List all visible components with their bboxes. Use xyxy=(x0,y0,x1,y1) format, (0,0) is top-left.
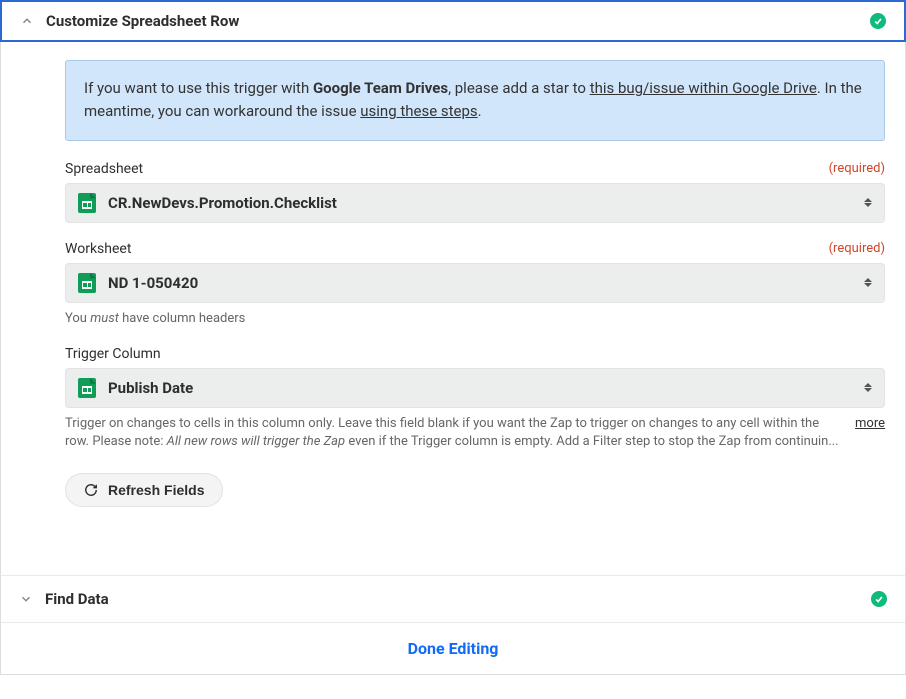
spreadsheet-field: Spreadsheet (required) CR.NewDevs.Promot… xyxy=(65,161,885,223)
helper-em: must xyxy=(90,311,119,326)
select-value: ND 1-050420 xyxy=(108,274,864,292)
select-value: Publish Date xyxy=(108,379,864,397)
helper-text: have column headers xyxy=(119,311,246,326)
editor-container: Customize Spreadsheet Row If you want to… xyxy=(0,0,906,675)
success-check-icon xyxy=(870,13,886,29)
chevron-down-icon xyxy=(19,592,33,606)
find-data-header[interactable]: Find Data xyxy=(0,575,906,622)
helper-em: All new rows will trigger the Zap xyxy=(167,434,345,449)
chevron-up-icon xyxy=(20,14,34,28)
google-sheets-icon xyxy=(78,378,96,398)
more-link[interactable]: more xyxy=(855,415,885,433)
info-text: , please add a star to xyxy=(448,79,590,97)
panel-title: Find Data xyxy=(45,590,871,608)
trigger-helper: Trigger on changes to cells in this colu… xyxy=(65,415,885,451)
info-text: If you want to use this trigger with xyxy=(84,79,313,97)
team-drives-info: If you want to use this trigger with Goo… xyxy=(65,60,885,141)
worksheet-select[interactable]: ND 1-050420 xyxy=(65,263,885,303)
panel-title: Customize Spreadsheet Row xyxy=(46,12,870,30)
done-bar: Done Editing xyxy=(0,622,906,675)
info-text: . xyxy=(478,102,482,120)
success-check-icon xyxy=(871,591,887,607)
done-editing-button[interactable]: Done Editing xyxy=(408,639,499,658)
spacer xyxy=(0,525,906,575)
spreadsheet-select[interactable]: CR.NewDevs.Promotion.Checklist xyxy=(65,183,885,223)
trigger-column-select[interactable]: Publish Date xyxy=(65,368,885,408)
info-bold: Google Team Drives xyxy=(313,79,448,97)
required-label: (required) xyxy=(829,161,885,177)
customize-row-body: If you want to use this trigger with Goo… xyxy=(0,42,906,525)
refresh-fields-button[interactable]: Refresh Fields xyxy=(65,473,223,507)
sort-arrows-icon xyxy=(864,383,872,392)
field-label: Trigger Column xyxy=(65,346,161,362)
bug-issue-link[interactable]: this bug/issue within Google Drive xyxy=(590,79,817,97)
refresh-label: Refresh Fields xyxy=(108,482,204,498)
workaround-link[interactable]: using these steps xyxy=(360,102,477,120)
refresh-icon xyxy=(84,483,98,497)
field-label: Spreadsheet xyxy=(65,161,143,177)
google-sheets-icon xyxy=(78,193,96,213)
helper-text: even if the Trigger column is empty. Add… xyxy=(345,434,839,449)
helper-text: You xyxy=(65,311,90,326)
select-value: CR.NewDevs.Promotion.Checklist xyxy=(108,194,864,212)
customize-row-header[interactable]: Customize Spreadsheet Row xyxy=(0,0,906,42)
required-label: (required) xyxy=(829,241,885,257)
field-label: Worksheet xyxy=(65,241,131,257)
trigger-column-field: Trigger Column Publish Date Trigger on c… xyxy=(65,346,885,451)
worksheet-field: Worksheet (required) ND 1-050420 You mus… xyxy=(65,241,885,328)
worksheet-helper: You must have column headers xyxy=(65,310,885,328)
sort-arrows-icon xyxy=(864,198,872,207)
sort-arrows-icon xyxy=(864,278,872,287)
google-sheets-icon xyxy=(78,273,96,293)
